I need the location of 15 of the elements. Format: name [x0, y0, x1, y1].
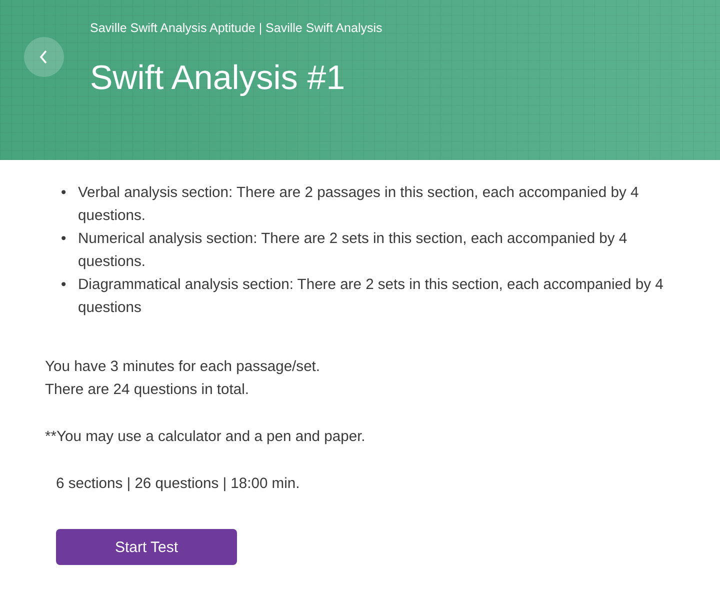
note-text: There are 24 questions in total.: [45, 381, 250, 400]
bullet-mark: •: [61, 184, 68, 203]
chevron-left-icon: [39, 50, 49, 64]
section-item: Diagrammatical analysis section: There are 2 sets in this section, each accompanied by 4 questions: [78, 276, 664, 318]
page-title: Swift Analysis #1: [90, 58, 346, 99]
back-button[interactable]: [24, 37, 64, 77]
tip-text: **You may use a calculator and a pen and paper.: [45, 428, 366, 447]
bullet-mark: •: [61, 230, 68, 249]
section-item: Numerical analysis section: There are 2 sets in this section, each accompanied by 4 questions.: [78, 230, 628, 272]
test-summary: 6 sections | 26 questions | 18:00 min.: [56, 475, 301, 494]
note-text: You have 3 minutes for each passage/set.: [45, 358, 322, 377]
breadcrumb: Saville Swift Analysis Aptitude | Saville Swift Analysis: [90, 20, 384, 37]
start-test-button[interactable]: Start Test: [56, 529, 237, 565]
bullet-mark: •: [61, 276, 68, 295]
section-item: Verbal analysis section: There are 2 passages in this section, each accompanied by 4 questions.: [78, 184, 640, 226]
